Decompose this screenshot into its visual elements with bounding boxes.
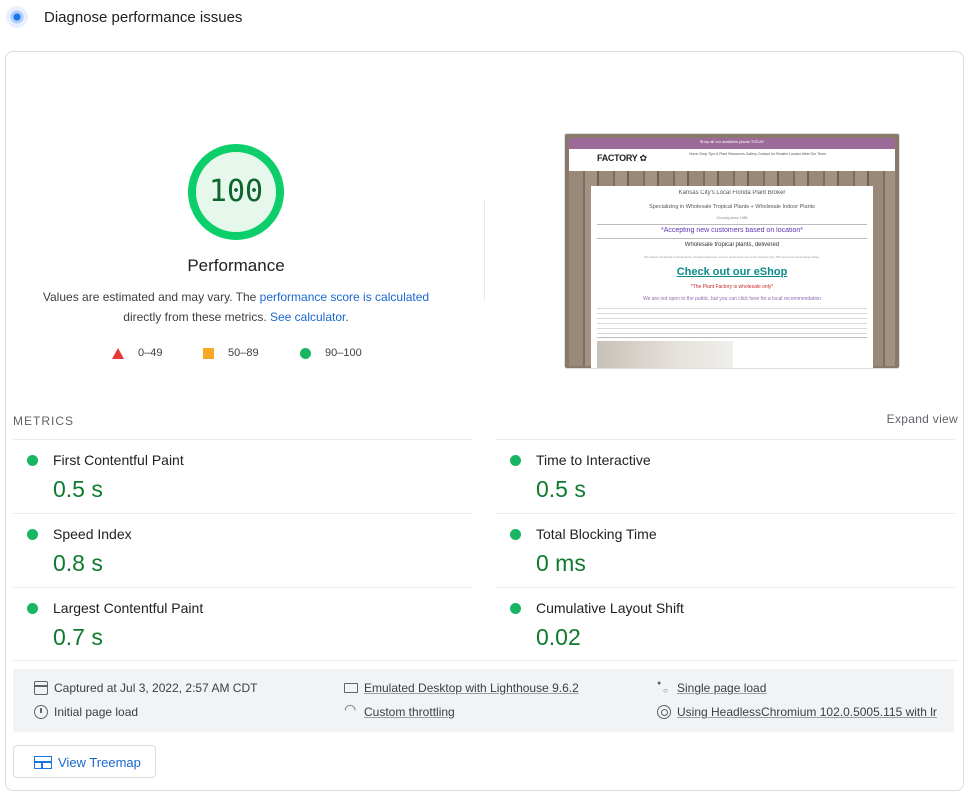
screenshot-body-text (597, 308, 867, 334)
screenshot-topbar: Shop all our available plants TODAY (569, 138, 895, 149)
runtime-browser-text[interactable]: Using HeadlessChromium 102.0.5005.115 wi… (677, 705, 937, 719)
runtime-captured-text: Captured at Jul 3, 2022, 2:57 AM CDT (54, 681, 258, 695)
metric-speed-index: Speed Index 0.8 s (13, 513, 472, 587)
metric-label: Speed Index (53, 526, 132, 542)
runtime-throttling-text[interactable]: Custom throttling (364, 705, 455, 719)
performance-gauge[interactable]: 100 (186, 142, 286, 242)
runtime-emulated[interactable]: Emulated Desktop with Lighthouse 9.6.2 (344, 681, 579, 695)
screenshot-line: We are not open to the public, but you c… (642, 296, 822, 302)
score-calculation-link[interactable]: performance score is calculated (260, 290, 429, 304)
metric-cumulative-layout-shift: Cumulative Layout Shift 0.02 (496, 587, 955, 661)
view-treemap-label: View Treemap (58, 755, 141, 770)
pass-circle-icon (27, 529, 38, 540)
metric-value: 0.8 s (53, 550, 103, 576)
expand-view-button[interactable]: Expand view (858, 412, 958, 426)
metric-value: 0.5 s (53, 476, 103, 502)
note-text-suffix: . (345, 310, 349, 324)
metric-first-contentful-paint: First Contentful Paint 0.5 s (13, 439, 472, 513)
screenshot-line: Check out our eShop (676, 266, 788, 278)
runtime-settings: Captured at Jul 3, 2022, 2:57 AM CDT Ini… (13, 669, 954, 732)
metric-label: First Contentful Paint (53, 452, 184, 468)
final-screenshot[interactable]: Shop all our available plants TODAY FACT… (564, 133, 900, 369)
pass-circle-icon (510, 603, 521, 614)
page-header: Diagnose performance issues (0, 0, 969, 40)
calendar-icon (34, 681, 48, 695)
metric-total-blocking-time: Total Blocking Time 0 ms (496, 513, 955, 587)
pass-circle-icon (510, 455, 521, 466)
runtime-initial-text: Initial page load (54, 705, 139, 719)
screenshot-logo: FACTORY ✿ (597, 153, 647, 163)
metrics-bottom-divider (13, 660, 958, 661)
screenshot-line: Wholesale tropical plants, delivered (684, 242, 780, 248)
screenshot-line: *The Plant Factory is wholesale only* (690, 284, 774, 290)
screenshot-rule (597, 337, 867, 338)
treemap-icon (34, 756, 52, 769)
screenshot-line: Growing since 1985 (716, 216, 748, 220)
metric-value: 0 ms (536, 550, 586, 576)
legend-label: 0–49 (138, 347, 163, 359)
screenshot-rule (597, 238, 867, 239)
divider (484, 200, 485, 300)
runtime-captured: Captured at Jul 3, 2022, 2:57 AM CDT (34, 681, 257, 695)
metric-value: 0.5 s (536, 476, 586, 502)
pass-circle-icon (27, 455, 38, 466)
legend-item-average: 50–89 (203, 347, 259, 359)
screenshot-line: We deliver wholesale tropical plants, Fl… (644, 255, 820, 259)
screenshot-content: Kansas City's Local Florida Plant Broker… (591, 186, 873, 368)
metric-label: Cumulative Layout Shift (536, 600, 684, 616)
timer-icon (34, 705, 48, 719)
legend-label: 50–89 (228, 347, 259, 359)
metric-value: 0.02 (536, 624, 581, 650)
runtime-initial: Initial page load (34, 705, 138, 719)
chrome-icon (657, 705, 671, 719)
runtime-throttling[interactable]: Custom throttling (344, 702, 455, 719)
note-text-prefix: Values are estimated and may vary. The (42, 290, 260, 304)
screenshot-rule (597, 224, 867, 225)
view-treemap-button[interactable]: View Treemap (13, 745, 156, 778)
legend-item-pass: 90–100 (300, 347, 362, 359)
score-note: Values are estimated and may vary. The p… (30, 287, 442, 327)
screenshot-nav: FACTORY ✿ Home Shop Tips & Plant Resourc… (569, 149, 895, 171)
pass-circle-icon (27, 603, 38, 614)
legend-label: 90–100 (325, 347, 362, 359)
desktop-icon (344, 683, 358, 693)
metrics-title: METRICS (13, 414, 74, 428)
screenshot-image (597, 341, 733, 368)
page-title: Diagnose performance issues (44, 9, 243, 26)
metric-label: Largest Contentful Paint (53, 600, 204, 616)
screenshot-line: Specializing in Wholesale Tropical Plant… (649, 204, 815, 210)
wifi-icon (344, 702, 358, 719)
runtime-emulated-text[interactable]: Emulated Desktop with Lighthouse 9.6.2 (364, 681, 579, 695)
see-calculator-link[interactable]: See calculator (270, 310, 345, 324)
runtime-single[interactable]: Single page load (657, 680, 766, 695)
triangle-icon (112, 347, 124, 359)
metric-label: Total Blocking Time (536, 526, 657, 542)
runtime-single-text[interactable]: Single page load (677, 681, 766, 695)
screenshot-topbar-text: Shop all our available plants TODAY (699, 139, 765, 144)
screenshot-menu: Home Shop Tips & Plant Resources Gallery… (689, 152, 826, 156)
metric-time-to-interactive: Time to Interactive 0.5 s (496, 439, 955, 513)
legend-item-fail: 0–49 (112, 347, 162, 359)
nodes-icon (657, 680, 671, 695)
metric-value: 0.7 s (53, 624, 103, 650)
gauge-score: 100 (208, 174, 264, 209)
metric-largest-contentful-paint: Largest Contentful Paint 0.7 s (13, 587, 472, 661)
screenshot-logo-text: FACTORY (597, 153, 638, 163)
screenshot-line: Kansas City's Local Florida Plant Broker (678, 190, 786, 196)
circle-icon (300, 347, 311, 359)
note-text-middle: directly from these metrics. (123, 310, 270, 324)
pass-circle-icon (510, 529, 521, 540)
metric-label: Time to Interactive (536, 452, 651, 468)
lighthouse-icon (6, 6, 28, 28)
runtime-browser[interactable]: Using HeadlessChromium 102.0.5005.115 wi… (657, 705, 954, 719)
gauge-label: Performance (187, 256, 285, 275)
screenshot-line: *Accepting new customers based on locati… (660, 227, 804, 234)
square-icon (203, 347, 214, 359)
